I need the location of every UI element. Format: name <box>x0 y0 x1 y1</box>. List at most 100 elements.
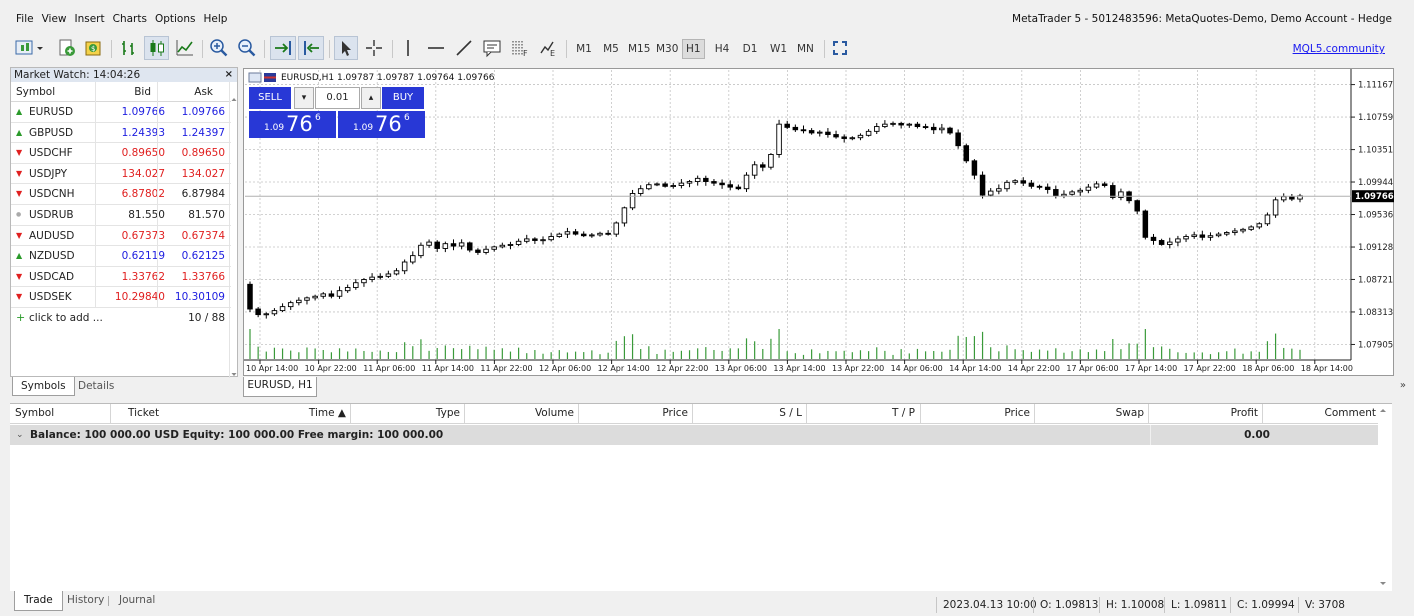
market-watch-row[interactable]: ▼ USDJPY 134.027 134.027 <box>11 163 231 185</box>
lot-size-input[interactable]: 0.01 <box>315 87 360 109</box>
market-watch-row[interactable]: ● USDRUB 81.550 81.570 <box>11 204 231 226</box>
candle-body <box>1044 186 1051 190</box>
chart-tab-eurusd[interactable]: EURUSD, H1 <box>243 377 317 397</box>
x-tick-label: 14 Apr 14:00 <box>949 364 1001 373</box>
timeframe-m5[interactable]: M5 <box>600 39 622 59</box>
timeframe-mn[interactable]: MN <box>794 39 817 59</box>
column-swap[interactable]: Swap <box>1116 407 1144 419</box>
menu-view[interactable]: View <box>42 13 67 25</box>
algo-trading-icon[interactable]: $ <box>82 36 106 60</box>
fullscreen-icon[interactable] <box>830 36 850 60</box>
bar-chart-icon[interactable] <box>117 36 141 60</box>
menu-charts[interactable]: Charts <box>113 13 147 25</box>
column-type[interactable]: Type <box>436 407 460 419</box>
candle-body <box>743 174 750 190</box>
trendline-icon[interactable] <box>452 36 476 60</box>
arrow-up-icon: ▲ <box>16 127 23 137</box>
column-time[interactable]: Time ▲ <box>309 407 346 419</box>
symbol-name: GBPUSD <box>29 126 74 139</box>
column-symbol[interactable]: Symbol <box>15 407 54 419</box>
column-symbol[interactable]: Symbol <box>16 82 55 102</box>
candle-body <box>1061 193 1067 197</box>
timeframe-w1[interactable]: W1 <box>767 39 790 59</box>
timeframe-h4[interactable]: H4 <box>711 39 733 59</box>
column-ticket[interactable]: Ticket <box>128 407 159 419</box>
shapes-icon[interactable]: E <box>536 36 560 60</box>
candle-body <box>1069 191 1075 195</box>
status-bar: 2023.04.13 10:00 O: 1.09813 H: 1.10008 L… <box>0 593 1414 615</box>
timeframe-m30[interactable]: M30 <box>653 39 681 59</box>
market-watch-tabs: Symbols Details <box>10 377 238 397</box>
lot-decrease-button[interactable]: ▾ <box>294 87 314 109</box>
menu-options[interactable]: Options <box>155 13 196 25</box>
market-watch-row[interactable]: ▲ NZDUSD 0.62119 0.62125 <box>11 246 231 267</box>
menu-help[interactable]: Help <box>203 13 227 25</box>
expand-icon[interactable]: ⌄ <box>16 425 24 445</box>
market-watch-row[interactable]: ▼ AUDUSD 0.67373 0.67374 <box>11 225 231 247</box>
column-s-l[interactable]: S / L <box>779 407 802 419</box>
sell-button[interactable]: SELL <box>249 87 291 109</box>
chart-shift-icon[interactable] <box>298 36 324 60</box>
add-symbol-row[interactable]: + click to add ... 10 / 88 <box>11 308 231 329</box>
candle-body <box>613 222 620 235</box>
x-tick-label: 18 Apr 14:00 <box>1301 364 1353 373</box>
line-chart-icon[interactable] <box>173 36 197 60</box>
timeframe-m1[interactable]: M1 <box>573 39 595 59</box>
one-click-trading-panel: SELL ▾ 0.01 ▴ BUY 1.09 76 6 1.09 76 6 <box>248 87 425 139</box>
menu-insert[interactable]: Insert <box>75 13 105 25</box>
column-price[interactable]: Price <box>662 407 688 419</box>
new-order-icon[interactable] <box>55 36 79 60</box>
mql5-community-link[interactable]: MQL5.community <box>1293 43 1385 55</box>
balance-summary: Balance: 100 000.00 USD Equity: 100 000.… <box>30 429 444 441</box>
menu-file[interactable]: File <box>16 13 34 25</box>
buy-price[interactable]: 1.09 76 6 <box>338 111 425 138</box>
candle-body <box>955 132 961 147</box>
zoom-in-icon[interactable] <box>207 36 231 60</box>
text-label-icon[interactable] <box>480 36 504 60</box>
zoom-out-icon[interactable] <box>235 36 259 60</box>
timeframe-d1[interactable]: D1 <box>739 39 761 59</box>
column-t-p[interactable]: T / P <box>892 407 915 419</box>
horizontal-line-icon[interactable] <box>424 36 448 60</box>
crosshair-icon[interactable] <box>362 36 386 60</box>
chart-info: EURUSD,H1 1.09787 1.09787 1.09764 1.0976… <box>248 72 494 83</box>
balance-row[interactable]: ⌄ Balance: 100 000.00 USD Equity: 100 00… <box>10 425 1378 445</box>
buy-button[interactable]: BUY <box>382 87 424 109</box>
lot-increase-button[interactable]: ▴ <box>361 87 381 109</box>
candle-body <box>914 123 921 128</box>
tab-symbols[interactable]: Symbols <box>12 377 75 396</box>
column-profit[interactable]: Profit <box>1231 407 1258 419</box>
candle-body <box>344 287 351 292</box>
candle-body <box>312 295 318 299</box>
timeframe-h1[interactable]: H1 <box>682 39 705 59</box>
new-chart-icon[interactable] <box>14 36 46 60</box>
chart-autoscroll-icon[interactable] <box>270 36 296 60</box>
market-watch-row[interactable]: ▲ EURUSD 1.09766 1.09766 <box>11 102 231 123</box>
close-icon[interactable]: × <box>225 68 233 82</box>
column-ask[interactable]: Ask <box>194 82 213 102</box>
timeframe-m15[interactable]: M15 <box>625 39 653 59</box>
fibonacci-icon[interactable]: F <box>508 36 532 60</box>
market-watch-scrollbar[interactable] <box>229 82 237 378</box>
buy-price-small: 1.09 <box>353 123 374 133</box>
cursor-icon[interactable] <box>334 36 358 60</box>
market-watch-row[interactable]: ▲ GBPUSD 1.24393 1.24397 <box>11 122 231 144</box>
column-price[interactable]: Price <box>1004 407 1030 419</box>
vertical-line-icon[interactable] <box>398 36 418 60</box>
candle-body <box>629 193 636 209</box>
arrow-up-icon: ▲ <box>16 107 23 116</box>
toolbox-scrollbar[interactable] <box>1378 404 1388 592</box>
column-comment[interactable]: Comment <box>1325 407 1376 419</box>
candle-body <box>654 183 660 186</box>
sell-price[interactable]: 1.09 76 6 <box>249 111 336 138</box>
tab-details[interactable]: Details <box>70 377 122 396</box>
chart-window[interactable]: 1.11167 1.10759 1.10351 1.09944 1.09536 1.091… <box>243 68 1394 376</box>
column-bid[interactable]: Bid <box>134 82 151 102</box>
column-volume[interactable]: Volume <box>535 407 574 419</box>
market-watch-row[interactable]: ▼ USDCNH 6.87802 6.87984 <box>11 184 231 205</box>
chevron-right-icon[interactable]: » <box>1400 380 1406 391</box>
market-watch-row[interactable]: ▼ USDCHF 0.89650 0.89650 <box>11 143 231 164</box>
candlestick-chart-icon[interactable] <box>144 36 169 60</box>
market-watch-row[interactable]: ▼ USDSEK 10.29840 10.30109 <box>11 287 231 308</box>
market-watch-row[interactable]: ▼ USDCAD 1.33762 1.33766 <box>11 266 231 288</box>
